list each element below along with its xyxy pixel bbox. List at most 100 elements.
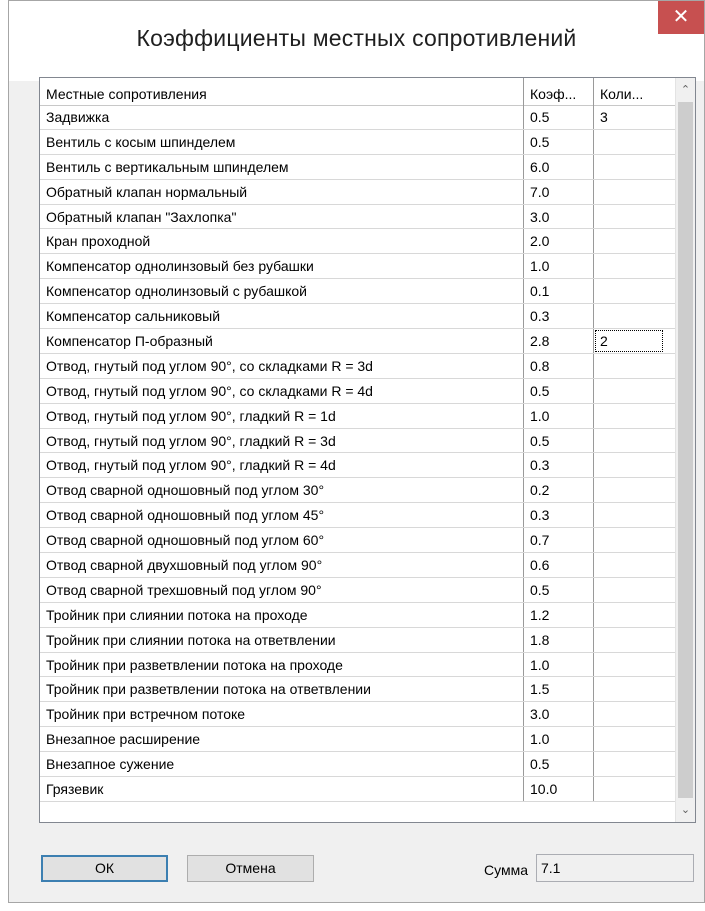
cell-name[interactable]: Отвод, гнутый под углом 90°, гладкий R =… (40, 428, 524, 453)
cell-quantity[interactable] (594, 453, 664, 477)
cell-quantity[interactable] (594, 628, 664, 652)
ok-button[interactable]: ОК (41, 855, 168, 882)
cell-quantity[interactable] (594, 478, 664, 502)
table-row[interactable]: Внезапное расширение 1.0 (40, 727, 678, 753)
table-row[interactable]: Тройник при разветвлении потока на ответ… (40, 677, 678, 703)
cell-quantity[interactable] (594, 254, 664, 278)
cell-quantity[interactable] (594, 603, 664, 627)
cell-name[interactable]: Компенсатор сальниковый (40, 304, 524, 329)
cell-name[interactable]: Отвод, гнутый под углом 90°, гладкий R =… (40, 403, 524, 428)
cell-quantity[interactable] (594, 379, 664, 403)
table-row[interactable]: Вентиль с вертикальным шпинделем 6.0 (40, 154, 678, 180)
cell-name[interactable]: Компенсатор однолинзовый без рубашки (40, 254, 524, 279)
cell-quantity[interactable]: 2 (594, 329, 664, 353)
table-row[interactable]: Внезапное сужение 0.5 (40, 752, 678, 778)
scroll-down-icon[interactable]: ⌄ (676, 798, 695, 822)
cell-quantity[interactable] (594, 702, 664, 726)
cell-quantity[interactable] (594, 653, 664, 677)
cell-quantity[interactable] (594, 155, 664, 179)
cell-coefficient[interactable]: 0.3 (524, 304, 594, 329)
cell-coefficient[interactable]: 0.5 (524, 105, 594, 129)
cell-name[interactable]: Отвод сварной одношовный под углом 45° (40, 503, 524, 528)
cell-coefficient[interactable]: 0.5 (524, 428, 594, 453)
cell-quantity[interactable] (594, 130, 664, 154)
table-row[interactable]: Кран проходной 2.0 (40, 229, 678, 255)
column-header-coefficient[interactable]: Коэф... (524, 78, 594, 105)
cell-quantity[interactable] (594, 677, 664, 701)
cell-name[interactable]: Тройник при слиянии потока на проходе (40, 602, 524, 627)
scroll-up-icon[interactable]: ⌃ (676, 78, 695, 102)
column-header-quantity[interactable]: Коли... (594, 78, 664, 105)
cancel-button[interactable]: Отмена (187, 855, 314, 882)
table-row[interactable]: Отвод сварной трехшовный под углом 90° 0.… (40, 577, 678, 603)
cell-coefficient[interactable]: 0.5 (524, 378, 594, 403)
cell-coefficient[interactable]: 10.0 (524, 777, 594, 801)
table-row[interactable]: Компенсатор однолинзовый без рубашки 1.0 (40, 254, 678, 280)
cell-name[interactable]: Отвод сварной одношовный под углом 60° (40, 528, 524, 553)
table-row[interactable]: Обратный клапан нормальный 7.0 (40, 179, 678, 205)
cell-quantity[interactable]: 3 (594, 105, 664, 129)
table-row[interactable]: Грязевик 10.0 (40, 777, 678, 802)
cell-quantity[interactable] (594, 304, 664, 328)
table-row[interactable]: Отвод, гнутый под углом 90°, со складкам… (40, 378, 678, 404)
cell-quantity[interactable] (594, 578, 664, 602)
cell-quantity[interactable] (594, 528, 664, 552)
cell-coefficient[interactable]: 1.0 (524, 727, 594, 752)
cell-coefficient[interactable]: 3.0 (524, 204, 594, 229)
table-row[interactable]: Тройник при слиянии потока на ответвлени… (40, 627, 678, 653)
column-header-name[interactable]: Местные сопротивления (40, 78, 524, 105)
cell-name[interactable]: Компенсатор П-образный (40, 329, 524, 353)
cell-quantity[interactable] (594, 229, 664, 253)
table-row[interactable]: Отвод сварной двухшовный под углом 90° 0.… (40, 553, 678, 578)
cell-name[interactable]: Отвод, гнутый под углом 90°, со складкам… (40, 353, 524, 378)
cell-coefficient[interactable]: 1.0 (524, 254, 594, 279)
table-row[interactable]: Тройник при встречном потоке 3.0 (40, 702, 678, 728)
cell-quantity[interactable] (594, 205, 664, 229)
cell-coefficient[interactable]: 1.0 (524, 403, 594, 428)
cell-name[interactable]: Компенсатор однолинзовый с рубашкой (40, 279, 524, 304)
cell-coefficient[interactable]: 2.0 (524, 229, 594, 254)
cell-coefficient[interactable]: 0.7 (524, 528, 594, 553)
cell-name[interactable]: Вентиль с косым шпинделем (40, 129, 524, 154)
cell-quantity[interactable] (594, 553, 664, 577)
cell-name[interactable]: Отвод, гнутый под углом 90°, со складкам… (40, 378, 524, 403)
close-button[interactable]: ✕ (658, 1, 704, 34)
cell-name[interactable]: Отвод, гнутый под углом 90°, гладкий R =… (40, 453, 524, 478)
cell-coefficient[interactable]: 0.6 (524, 553, 594, 577)
cell-coefficient[interactable]: 6.0 (524, 154, 594, 179)
cell-coefficient[interactable]: 1.8 (524, 627, 594, 652)
cell-quantity[interactable] (594, 404, 664, 428)
cell-coefficient[interactable]: 7.0 (524, 179, 594, 204)
cell-name[interactable]: Отвод сварной трехшовный под углом 90° (40, 577, 524, 602)
cell-coefficient[interactable]: 0.5 (524, 577, 594, 602)
cell-name[interactable]: Отвод сварной одношовный под углом 30° (40, 478, 524, 503)
cell-name[interactable]: Вентиль с вертикальным шпинделем (40, 154, 524, 179)
cell-name[interactable]: Обратный клапан "Захлопка" (40, 204, 524, 229)
cell-name[interactable]: Тройник при слиянии потока на ответвлени… (40, 627, 524, 652)
cell-coefficient[interactable]: 3.0 (524, 702, 594, 727)
cell-quantity[interactable] (594, 180, 664, 204)
cell-name[interactable]: Кран проходной (40, 229, 524, 254)
table-row[interactable]: Отвод, гнутый под углом 90°, гладкий R =… (40, 453, 678, 479)
cell-name[interactable]: Грязевик (40, 777, 524, 801)
vertical-scrollbar[interactable]: ⌃ ⌄ (675, 78, 695, 822)
cell-coefficient[interactable]: 0.3 (524, 503, 594, 528)
cell-name[interactable]: Внезапное сужение (40, 752, 524, 777)
cell-coefficient[interactable]: 1.0 (524, 652, 594, 677)
cell-coefficient[interactable]: 0.5 (524, 752, 594, 777)
table-row[interactable]: Компенсатор сальниковый 0.3 (40, 304, 678, 330)
table-row[interactable]: Отвод, гнутый под углом 90°, со складкам… (40, 353, 678, 379)
cell-name[interactable]: Отвод сварной двухшовный под углом 90° (40, 553, 524, 577)
cell-name[interactable]: Задвижка (40, 105, 524, 129)
cell-name[interactable]: Тройник при разветвлении потока на ответ… (40, 677, 524, 702)
table-row[interactable]: Вентиль с косым шпинделем 0.5 (40, 129, 678, 155)
cell-coefficient[interactable]: 1.5 (524, 677, 594, 702)
cell-quantity[interactable] (594, 503, 664, 527)
table-row[interactable]: Отвод сварной одношовный под углом 30° 0.… (40, 478, 678, 504)
cell-quantity[interactable] (594, 752, 664, 776)
cell-coefficient[interactable]: 0.8 (524, 353, 594, 378)
cell-quantity[interactable] (594, 429, 664, 453)
cell-coefficient[interactable]: 0.3 (524, 453, 594, 478)
table-row[interactable]: Тройник при слиянии потока на проходе 1.2 (40, 602, 678, 628)
cell-quantity[interactable] (594, 777, 664, 801)
